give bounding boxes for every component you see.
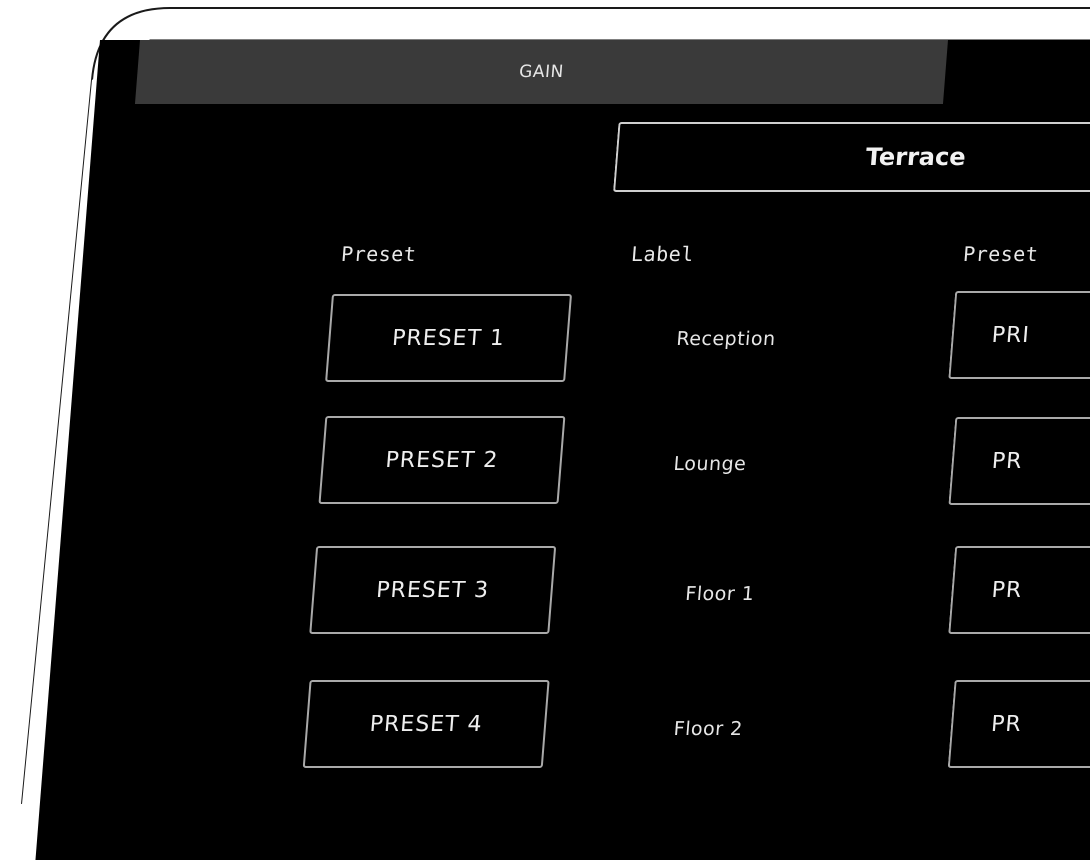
right-preset-1-button[interactable]: PRI: [948, 291, 1090, 379]
right-preset-4-button-label: PR: [990, 711, 1023, 737]
right-preset-4-button[interactable]: PR: [947, 680, 1090, 768]
preset-4-button[interactable]: PRESET 4: [302, 680, 550, 768]
right-preset-3-button[interactable]: PR: [948, 546, 1090, 634]
tab-gain[interactable]: GAIN: [134, 40, 949, 104]
preset-3-button-label: PRESET 3: [375, 577, 491, 603]
right-preset-1-button-label: PRI: [990, 322, 1031, 348]
preset-2-label: Lounge: [672, 453, 748, 475]
column-header-preset: Preset: [340, 242, 418, 266]
preset-1-button[interactable]: PRESET 1: [325, 294, 573, 382]
column-header-preset-right: Preset: [962, 242, 1040, 266]
tab-gain-label: GAIN: [518, 62, 565, 82]
preset-3-label: Floor 1: [684, 583, 756, 605]
touch-screen: GAIN Terrace Preset Label Preset PRESET …: [35, 40, 1090, 860]
preset-2-button[interactable]: PRESET 2: [318, 416, 566, 504]
preset-4-label: Floor 2: [672, 718, 744, 740]
preset-3-button[interactable]: PRESET 3: [309, 546, 557, 634]
preset-1-button-label: PRESET 1: [391, 325, 506, 351]
right-preset-3-button-label: PR: [990, 577, 1024, 603]
preset-1-label: Reception: [675, 328, 777, 350]
preset-2-button-label: PRESET 2: [384, 447, 500, 473]
preset-4-button-label: PRESET 4: [368, 711, 484, 737]
right-preset-2-button-label: PR: [990, 448, 1024, 474]
right-preset-2-button[interactable]: PR: [948, 417, 1090, 505]
column-header-label: Label: [630, 242, 695, 266]
zone-title-box: Terrace: [613, 122, 1090, 192]
zone-title: Terrace: [864, 143, 967, 171]
